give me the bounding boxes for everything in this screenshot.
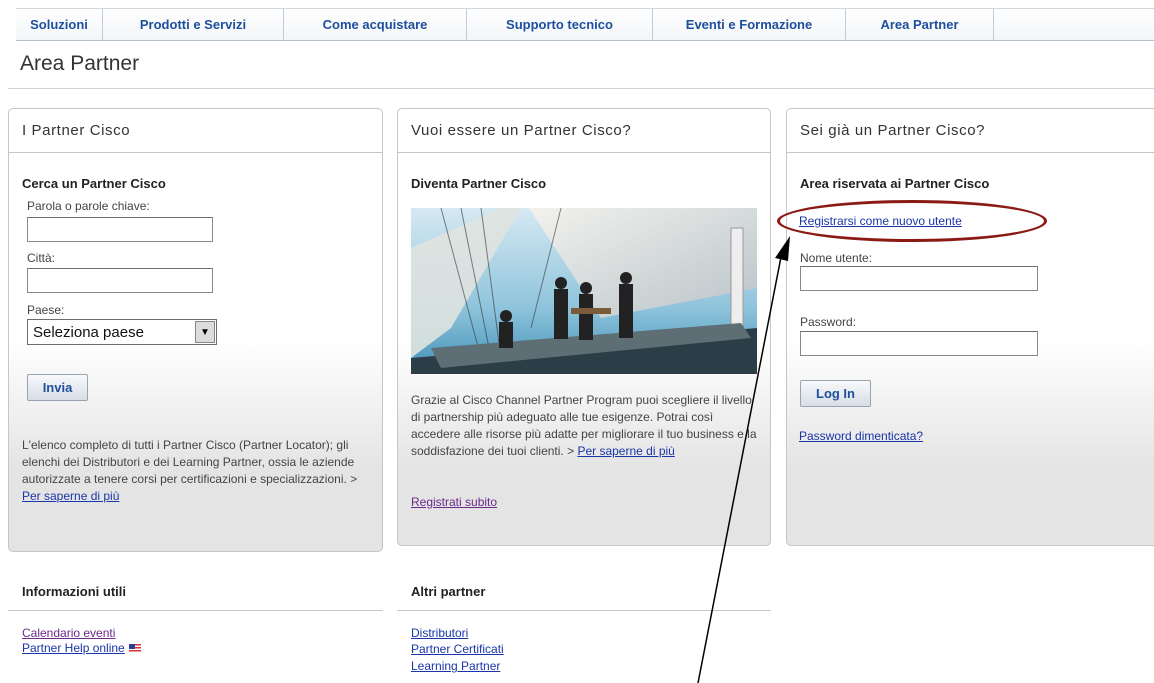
annotation-arrow-icon <box>697 236 790 683</box>
